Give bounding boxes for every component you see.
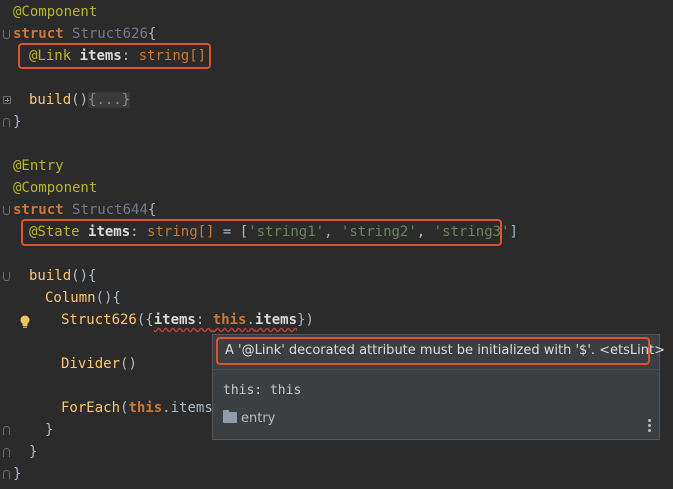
lightbulb-icon[interactable]	[19, 315, 31, 329]
folder-icon	[223, 410, 237, 423]
code-line: struct Struct644{	[13, 202, 157, 218]
method-name: build	[29, 268, 72, 284]
code-line: }	[45, 422, 54, 438]
fold-expand-icon[interactable]	[3, 96, 11, 104]
code-line: ForEach(this.items,	[61, 400, 222, 416]
fold-marker[interactable]	[3, 426, 10, 435]
fold-marker[interactable]	[3, 272, 10, 281]
fold-marker[interactable]	[3, 470, 10, 479]
module-name: entry	[241, 411, 276, 426]
signature-text: this: this	[223, 383, 302, 398]
component-call: Divider	[61, 356, 121, 372]
code-line: @Entry	[13, 156, 64, 176]
code-line: @Component	[13, 178, 97, 198]
code-line: Column(){	[45, 290, 121, 306]
code-line: @Component	[13, 2, 97, 22]
component-call: Column	[45, 290, 96, 306]
more-options-icon[interactable]	[648, 419, 651, 434]
fold-marker[interactable]	[3, 118, 10, 127]
keyword: struct	[13, 26, 64, 42]
struct-name: Struct626	[72, 26, 148, 42]
decorator: @Component	[13, 4, 98, 20]
component-call: ForEach	[61, 400, 121, 416]
code-line: build(){	[29, 268, 97, 284]
error-squiggle[interactable]: items: this.items	[154, 312, 297, 328]
fold-marker[interactable]	[3, 448, 10, 457]
folded-region[interactable]: {...}	[88, 92, 131, 108]
code-line: build(){...}	[29, 92, 131, 108]
component-call: Struct626	[61, 312, 137, 328]
decorator: @Component	[13, 180, 98, 196]
error-tooltip: A '@Link' decorated attribute must be in…	[212, 334, 665, 440]
code-line: }	[29, 444, 38, 460]
highlight-box	[18, 43, 211, 69]
fold-marker[interactable]	[3, 206, 10, 215]
code-line: Divider()	[61, 356, 137, 372]
code-line: }	[13, 466, 22, 482]
method-name: build	[29, 92, 72, 108]
module-row[interactable]: entry	[223, 410, 276, 426]
code-line: }	[13, 114, 22, 130]
keyword: struct	[13, 202, 64, 218]
code-line: struct Struct626{	[13, 26, 157, 42]
divider	[213, 369, 659, 370]
highlight-box	[216, 337, 650, 365]
highlight-box	[21, 219, 502, 246]
decorator: @Entry	[13, 158, 64, 174]
fold-marker[interactable]	[3, 30, 10, 39]
code-line: Struct626({items: this.items})	[61, 312, 314, 328]
struct-name: Struct644	[72, 202, 148, 218]
